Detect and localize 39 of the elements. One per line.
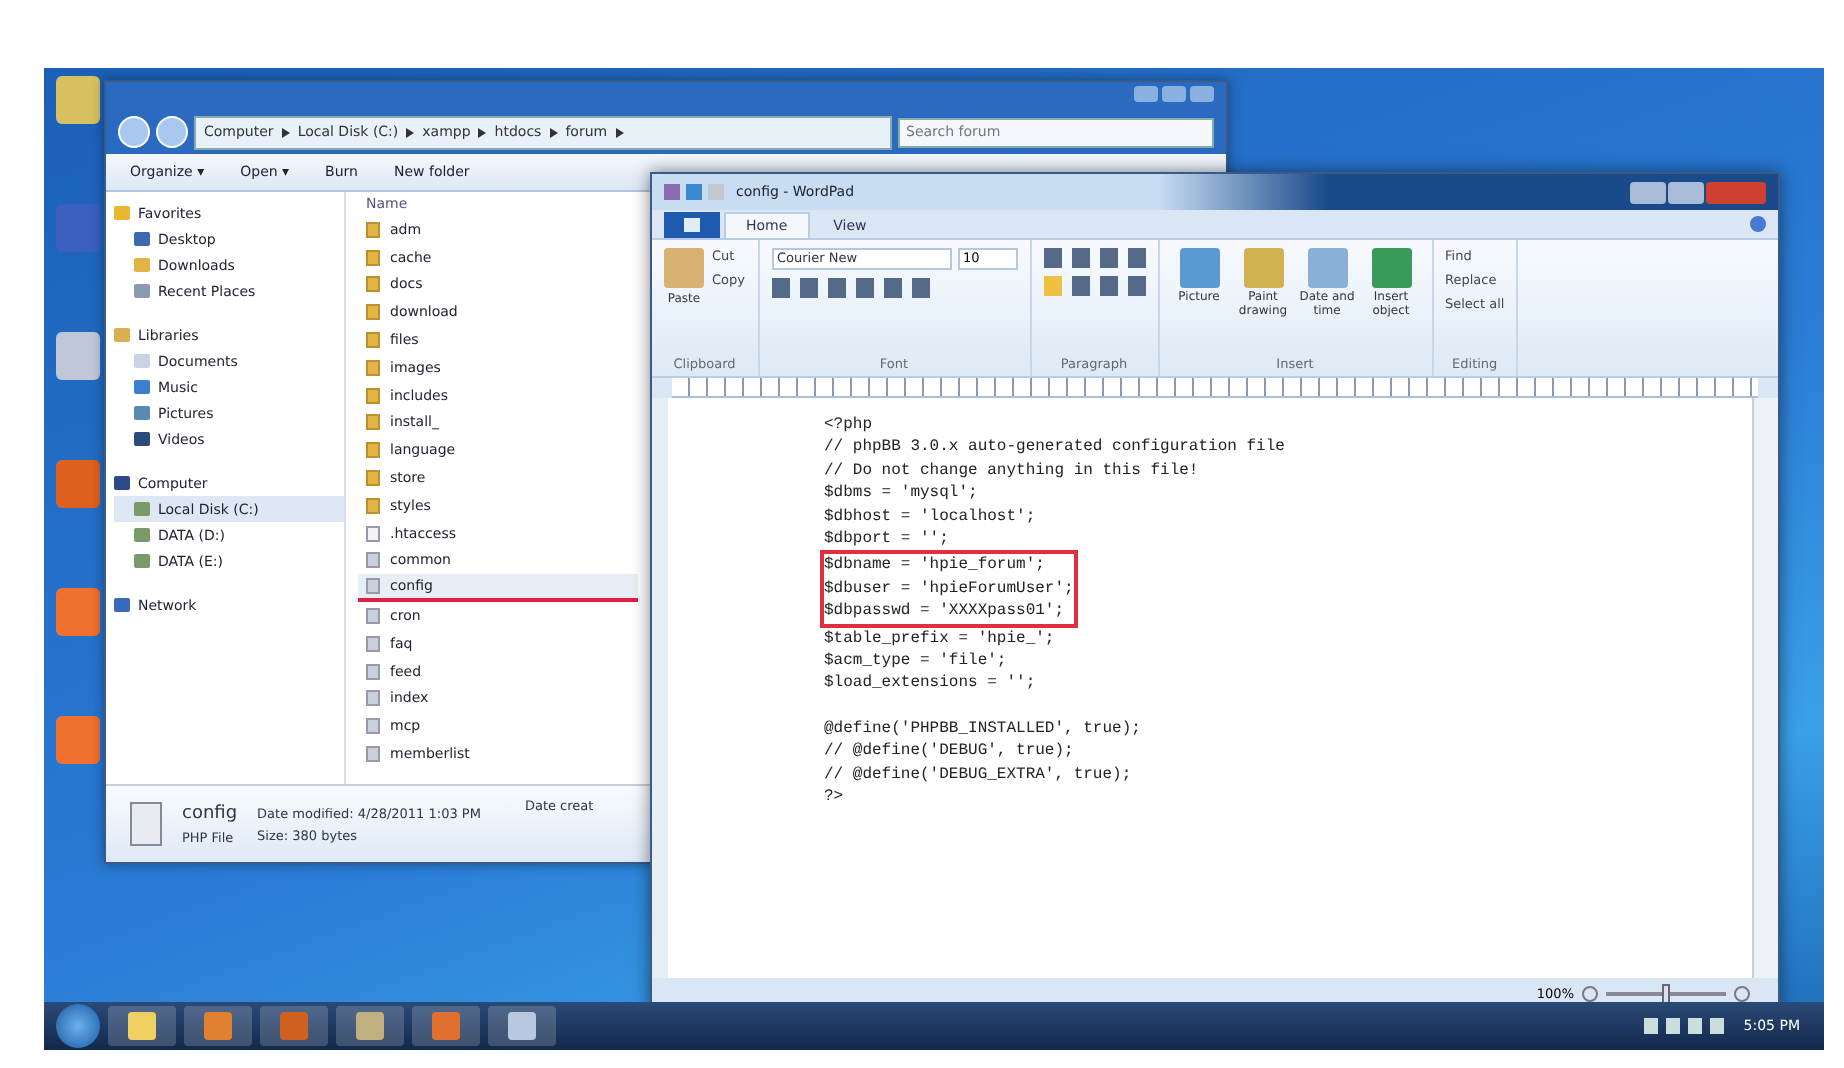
forward-icon[interactable] (156, 116, 188, 148)
close-icon[interactable] (1706, 181, 1766, 203)
code-line: $dbhost = 'localhost'; (824, 505, 1036, 528)
code-line: $dbuser = 'hpieForumUser'; (824, 577, 1074, 601)
font-format-icons[interactable] (771, 278, 929, 298)
maximize-icon[interactable] (1668, 181, 1704, 203)
taskbar-app-icon[interactable] (108, 1006, 176, 1046)
taskbar-app-icon[interactable] (184, 1006, 252, 1046)
code-line: <?php (824, 414, 873, 437)
taskbar-app-icon[interactable] (488, 1006, 556, 1046)
code-line: // Do not change anything in this file! (824, 459, 1199, 483)
code-line: $dbport = ''; (824, 527, 949, 551)
app-menu-button[interactable] (664, 212, 720, 238)
minimize-icon[interactable] (1630, 181, 1666, 203)
code-line: @define('PHPBB_INSTALLED', true); (824, 718, 1141, 741)
file-icon (130, 802, 162, 846)
help-icon[interactable] (1750, 216, 1766, 232)
code-line: $dbms = 'mysql'; (824, 482, 978, 506)
start-button[interactable] (56, 1004, 100, 1048)
file-name: config (182, 803, 238, 823)
quick-access-icon[interactable] (664, 184, 724, 200)
code-line: $acm_type = 'file'; (824, 649, 1007, 673)
back-icon[interactable] (118, 116, 150, 148)
code-line: // @define('DEBUG', true); (824, 740, 1074, 764)
code-line: $dbpasswd = 'XXXXpass01'; (824, 600, 1065, 624)
code-line: // phpBB 3.0.x auto-generated configuration file (824, 436, 1285, 460)
zoom-slider-thumb[interactable] (1662, 984, 1670, 1004)
tray-icons[interactable] (1643, 1018, 1724, 1034)
window-controls-icon[interactable] (1134, 86, 1214, 106)
code-line: $load_extensions = ''; (824, 672, 1036, 696)
taskbar-app-icon[interactable] (336, 1006, 404, 1046)
code-line: $dbname = 'hpie_forum'; (824, 554, 1045, 578)
taskbar-app-icon[interactable] (412, 1006, 480, 1046)
alignment-icons[interactable] (1043, 276, 1145, 296)
vertical-scrollbar[interactable] (1752, 398, 1778, 978)
code-line: ?> (824, 786, 844, 810)
code-line: $table_prefix = 'hpie_'; (824, 627, 1055, 650)
code-line: // @define('DEBUG_EXTRA', true); (824, 763, 1132, 787)
list-indent-icons[interactable] (1043, 248, 1145, 268)
